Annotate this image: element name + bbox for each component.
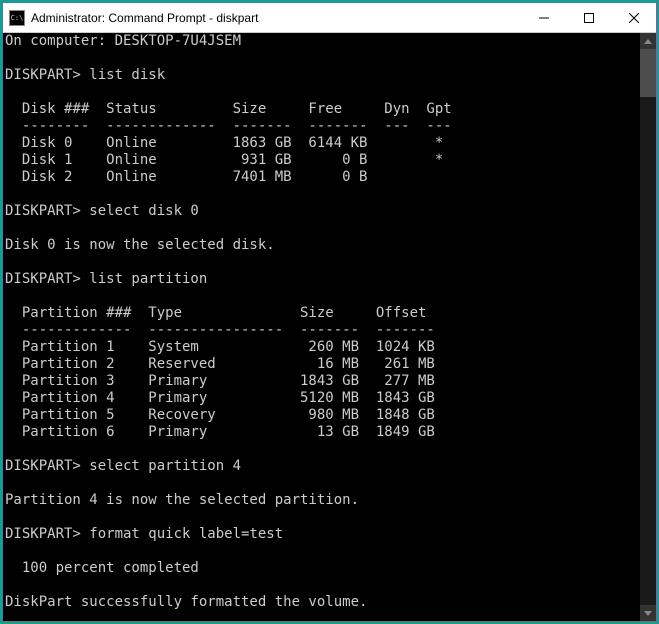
chevron-down-icon <box>644 611 652 616</box>
command: list disk <box>81 67 165 83</box>
text-line: On computer: DESKTOP-7U4JSEM <box>5 33 241 49</box>
table-row: Partition 5 Recovery 980 MB 1848 GB <box>5 407 435 423</box>
window-controls <box>521 3 656 32</box>
command: select partition 4 <box>81 458 241 474</box>
table-row: Disk 2 Online 7401 MB 0 B <box>5 169 367 185</box>
table-row: Partition 3 Primary 1843 GB 277 MB <box>5 373 435 389</box>
table-row: Partition 2 Reserved 16 MB 261 MB <box>5 356 435 372</box>
prompt: DISKPART> <box>5 458 81 474</box>
table-header: Disk ### Status Size Free Dyn Gpt <box>5 101 452 117</box>
close-icon <box>629 13 639 23</box>
text-line: DiskPart successfully formatted the volu… <box>5 594 367 610</box>
text-line: Disk 0 is now the selected disk. <box>5 237 275 253</box>
cmd-icon: C:\ <box>9 10 25 26</box>
table-row: Partition 4 Primary 5120 MB 1843 GB <box>5 390 435 406</box>
scroll-up-button[interactable] <box>640 33 656 49</box>
scroll-thumb[interactable] <box>640 49 656 97</box>
command: select disk 0 <box>81 203 199 219</box>
maximize-button[interactable] <box>566 3 611 32</box>
console-output[interactable]: On computer: DESKTOP-7U4JSEM DISKPART> l… <box>3 33 640 621</box>
titlebar[interactable]: C:\ Administrator: Command Prompt - disk… <box>3 3 656 33</box>
table-row: Disk 1 Online 931 GB 0 B * <box>5 152 443 168</box>
console-area: On computer: DESKTOP-7U4JSEM DISKPART> l… <box>3 33 656 621</box>
table-row: Partition 1 System 260 MB 1024 KB <box>5 339 435 355</box>
table-row: Disk 0 Online 1863 GB 6144 KB * <box>5 135 443 151</box>
minimize-icon <box>539 13 549 23</box>
text-line: Partition 4 is now the selected partitio… <box>5 492 359 508</box>
command: list partition <box>81 271 207 287</box>
scroll-down-button[interactable] <box>640 605 656 621</box>
maximize-icon <box>584 13 594 23</box>
prompt: DISKPART> <box>5 271 81 287</box>
prompt: DISKPART> <box>5 203 81 219</box>
scrollbar[interactable] <box>640 33 656 621</box>
table-divider: -------- ------------- ------- ------- -… <box>5 118 452 134</box>
window-frame: C:\ Administrator: Command Prompt - disk… <box>2 2 657 622</box>
prompt: DISKPART> <box>5 526 81 542</box>
command: format quick label=test <box>81 526 283 542</box>
close-button[interactable] <box>611 3 656 32</box>
table-divider: ------------- ---------------- ------- -… <box>5 322 435 338</box>
text-line: 100 percent completed <box>5 560 199 576</box>
table-row: Partition 6 Primary 13 GB 1849 GB <box>5 424 435 440</box>
chevron-up-icon <box>644 39 652 44</box>
prompt: DISKPART> <box>5 67 81 83</box>
window-title: Administrator: Command Prompt - diskpart <box>31 11 521 25</box>
table-header: Partition ### Type Size Offset <box>5 305 426 321</box>
minimize-button[interactable] <box>521 3 566 32</box>
